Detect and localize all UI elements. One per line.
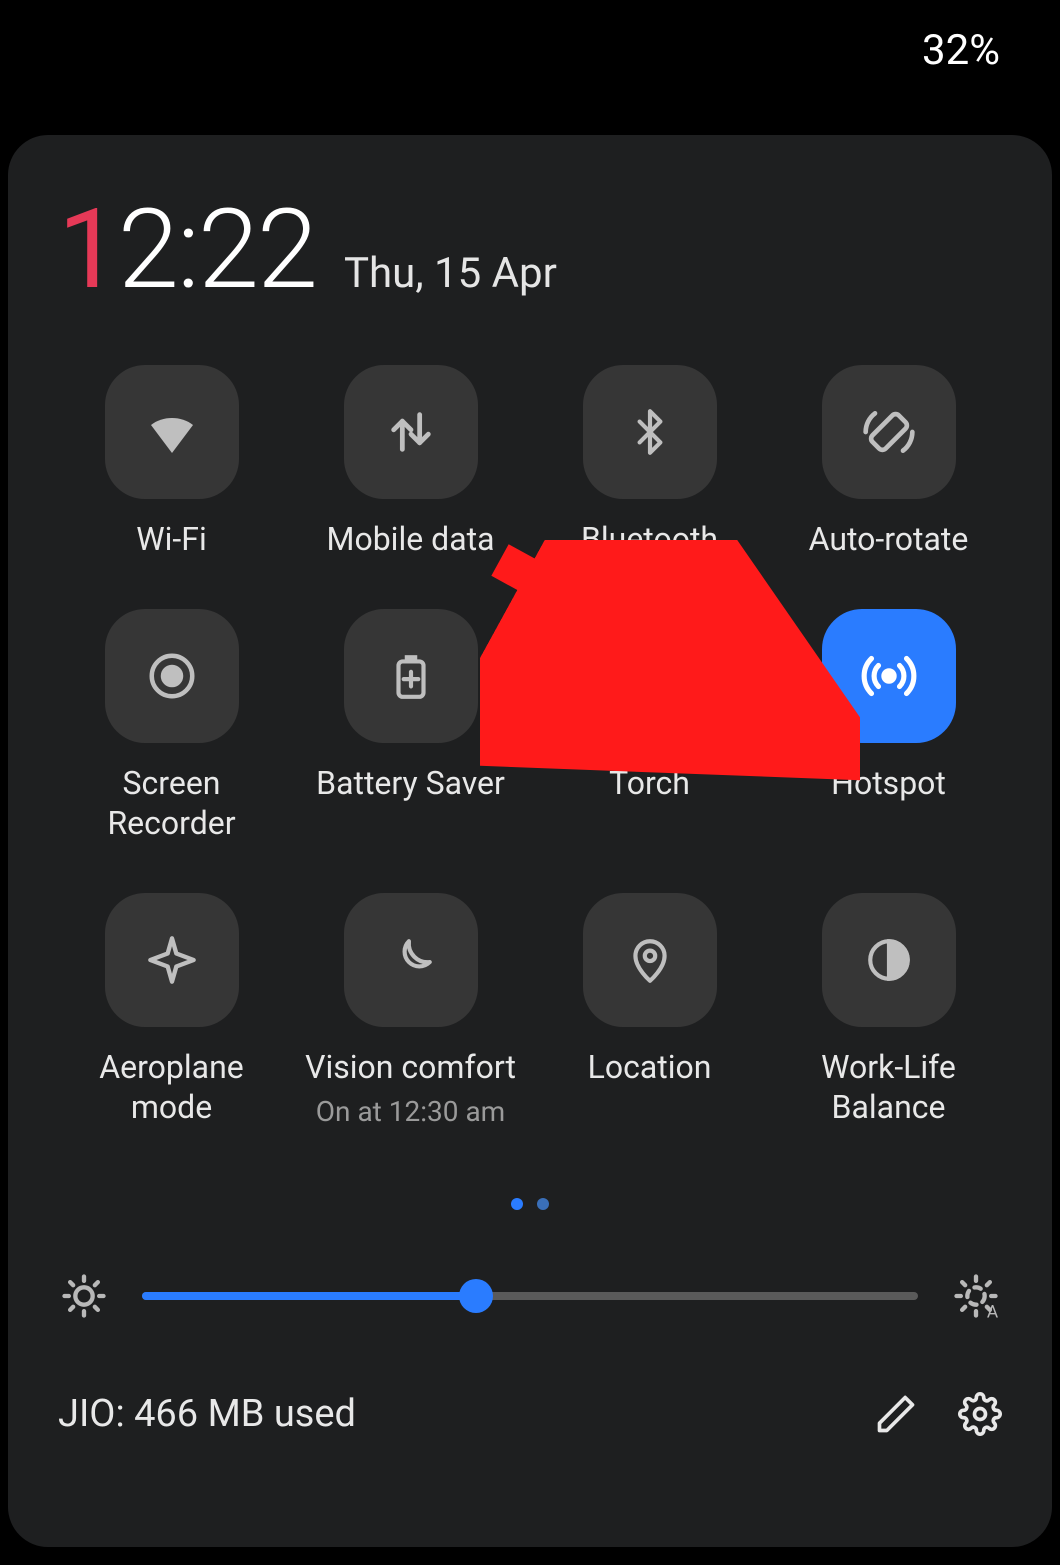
tile-wifi[interactable]: Wi-Fi <box>58 365 285 559</box>
wifi-button[interactable] <box>105 365 239 499</box>
hotspot-label: Hotspot <box>831 763 946 803</box>
mobile-data-label: Mobile data <box>327 519 495 559</box>
clock-rest: 2:22 <box>118 185 316 314</box>
tile-screen-recorder[interactable]: Screen Recorder <box>58 609 285 843</box>
brightness-low-icon <box>58 1270 110 1322</box>
quick-settings-panel[interactable]: 12:22 Thu, 15 Apr Wi-Fi Mobile data Blue… <box>8 135 1052 1547</box>
moon-icon <box>386 935 436 985</box>
tile-location[interactable]: Location <box>536 893 763 1128</box>
screen-recorder-label: Screen Recorder <box>58 763 285 843</box>
svg-text:A: A <box>987 1303 999 1322</box>
aeroplane-label: Aeroplane mode <box>58 1047 285 1127</box>
tile-work-life[interactable]: Work-Life Balance <box>775 893 1002 1128</box>
auto-rotate-label: Auto-rotate <box>809 519 969 559</box>
mobile-data-icon <box>385 406 437 458</box>
tile-battery-saver[interactable]: Battery Saver <box>297 609 524 843</box>
panel-footer: JIO: 466 MB used <box>58 1392 1002 1436</box>
data-usage[interactable]: JIO: 466 MB used <box>58 1392 834 1436</box>
auto-rotate-icon <box>861 404 917 460</box>
torch-label: Torch <box>609 763 690 803</box>
location-icon <box>625 935 675 985</box>
status-bar: 32% <box>0 0 1060 100</box>
brightness-thumb[interactable] <box>459 1279 493 1313</box>
brightness-fill <box>142 1292 476 1300</box>
work-life-label: Work-Life Balance <box>775 1047 1002 1127</box>
bluetooth-icon <box>625 407 675 457</box>
brightness-auto-icon[interactable]: A <box>950 1270 1002 1322</box>
aeroplane-icon <box>146 934 198 986</box>
wifi-label: Wi-Fi <box>136 519 206 559</box>
tile-bluetooth[interactable]: Bluetooth <box>536 365 763 559</box>
page-indicator <box>58 1198 1002 1210</box>
auto-rotate-button[interactable] <box>822 365 956 499</box>
clock-first-digit: 1 <box>58 185 118 314</box>
page-dot-2 <box>537 1198 549 1210</box>
battery-saver-label: Battery Saver <box>316 763 505 803</box>
battery-percent: 32% <box>922 26 1000 75</box>
aeroplane-button[interactable] <box>105 893 239 1027</box>
hotspot-button[interactable] <box>822 609 956 743</box>
work-life-button[interactable] <box>822 893 956 1027</box>
battery-saver-button[interactable] <box>344 609 478 743</box>
battery-saver-icon <box>386 651 436 701</box>
bluetooth-button[interactable] <box>583 365 717 499</box>
tile-mobile-data[interactable]: Mobile data <box>297 365 524 559</box>
torch-icon <box>625 651 675 701</box>
tile-vision-comfort[interactable]: Vision comfort On at 12:30 am <box>297 893 524 1128</box>
vision-comfort-button[interactable] <box>344 893 478 1027</box>
clock: 12:22 <box>58 195 316 305</box>
tile-aeroplane[interactable]: Aeroplane mode <box>58 893 285 1128</box>
torch-button[interactable] <box>583 609 717 743</box>
wifi-icon <box>144 404 200 460</box>
brightness-row: A <box>58 1270 1002 1322</box>
vision-comfort-sublabel: On at 12:30 am <box>316 1095 505 1128</box>
tiles-grid: Wi-Fi Mobile data Bluetooth Auto-rotate <box>58 365 1002 1128</box>
date: Thu, 15 Apr <box>344 249 557 298</box>
vision-comfort-label: Vision comfort <box>305 1047 516 1087</box>
record-icon <box>145 649 199 703</box>
location-button[interactable] <box>583 893 717 1027</box>
page-dot-1 <box>511 1198 523 1210</box>
tile-auto-rotate[interactable]: Auto-rotate <box>775 365 1002 559</box>
tile-torch[interactable]: Torch <box>536 609 763 843</box>
location-label: Location <box>588 1047 712 1087</box>
screen-recorder-button[interactable] <box>105 609 239 743</box>
tile-hotspot[interactable]: Hotspot <box>775 609 1002 843</box>
work-life-icon <box>864 935 914 985</box>
hotspot-icon <box>861 648 917 704</box>
clock-row: 12:22 Thu, 15 Apr <box>58 195 1002 305</box>
bluetooth-label: Bluetooth <box>581 519 718 559</box>
brightness-slider[interactable] <box>142 1292 918 1300</box>
settings-icon[interactable] <box>958 1392 1002 1436</box>
mobile-data-button[interactable] <box>344 365 478 499</box>
edit-icon[interactable] <box>874 1392 918 1436</box>
